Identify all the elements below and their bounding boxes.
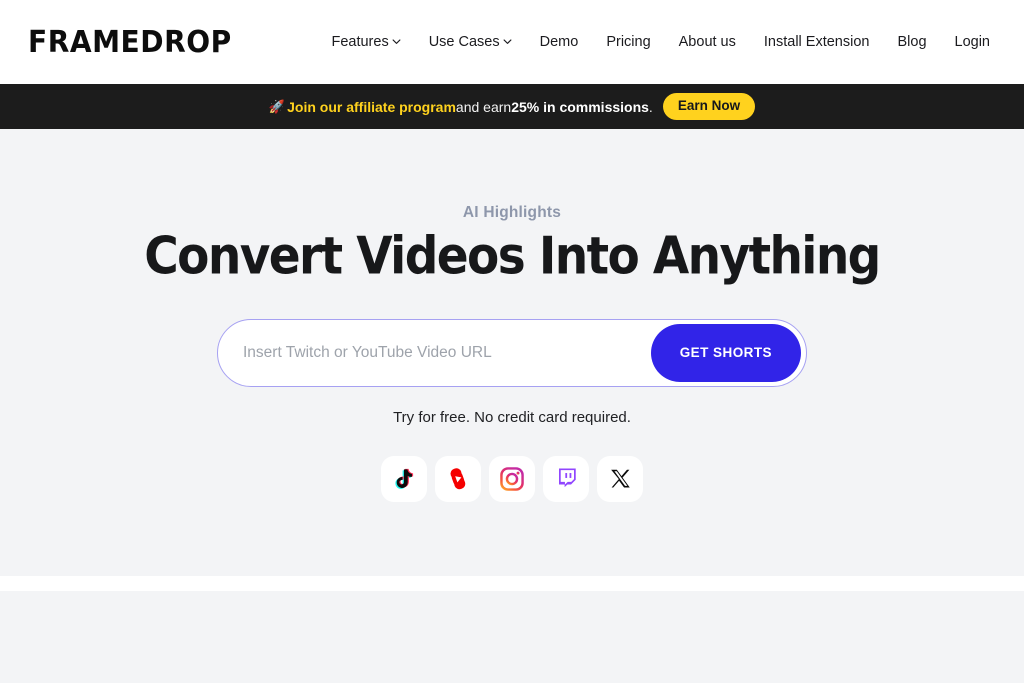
tiktok-icon — [391, 466, 417, 492]
get-shorts-button[interactable]: GET SHORTS — [650, 323, 801, 382]
x-icon — [608, 467, 632, 491]
earn-now-button[interactable]: Earn Now — [662, 92, 756, 121]
social-tile-x[interactable] — [597, 455, 643, 502]
nav-item-pricing[interactable]: Pricing — [592, 27, 664, 58]
main-navigation: Features Use Cases Demo Pricing About us… — [317, 27, 996, 58]
url-input-bar: GET SHORTS — [217, 318, 807, 387]
rocket-icon: 🚀 — [268, 98, 286, 114]
affiliate-period: . — [648, 98, 653, 115]
chevron-down-icon — [503, 37, 512, 46]
affiliate-banner: 🚀 Join our affiliate program and earn 25… — [0, 84, 1024, 129]
social-tile-tiktok[interactable] — [381, 455, 427, 502]
nav-item-demo[interactable]: Demo — [526, 27, 593, 58]
brand-logo[interactable]: FRAMEDROP — [28, 27, 232, 57]
affiliate-middle-text: and earn — [455, 98, 512, 115]
social-tile-instagram[interactable] — [489, 455, 535, 502]
hero-section: AI Highlights Convert Videos Into Anythi… — [0, 129, 1024, 576]
nav-item-install-extension[interactable]: Install Extension — [750, 27, 884, 58]
hero-subnote: Try for free. No credit card required. — [393, 408, 631, 426]
affiliate-accent-text[interactable]: Join our affiliate program — [287, 99, 456, 115]
social-tile-youtube-shorts[interactable] — [435, 455, 481, 502]
section-divider-white — [0, 576, 1024, 591]
nav-item-label: Use Cases — [428, 33, 500, 50]
page-title: Convert Videos Into Anything — [144, 226, 881, 287]
nav-item-blog[interactable]: Blog — [883, 27, 940, 58]
hero-eyebrow: AI Highlights — [462, 204, 562, 221]
nav-item-about-us[interactable]: About us — [665, 27, 750, 58]
next-section-placeholder — [0, 591, 1024, 683]
social-platform-list — [381, 455, 643, 502]
chevron-down-icon — [392, 37, 401, 46]
affiliate-commission-text: 25% in commissions — [511, 98, 649, 115]
nav-item-use-cases[interactable]: Use Cases — [415, 27, 526, 58]
nav-item-login[interactable]: Login — [941, 27, 990, 58]
social-tile-twitch[interactable] — [543, 455, 589, 502]
instagram-icon — [499, 466, 525, 492]
nav-item-label: Features — [331, 33, 389, 50]
twitch-icon — [554, 466, 579, 491]
nav-item-features[interactable]: Features — [317, 27, 414, 58]
affiliate-banner-text: 🚀 Join our affiliate program and earn 25… — [269, 99, 653, 115]
video-url-input[interactable] — [218, 319, 651, 386]
youtube-shorts-icon — [445, 466, 471, 492]
site-header: FRAMEDROP Features Use Cases Demo Pricin… — [0, 0, 1024, 84]
